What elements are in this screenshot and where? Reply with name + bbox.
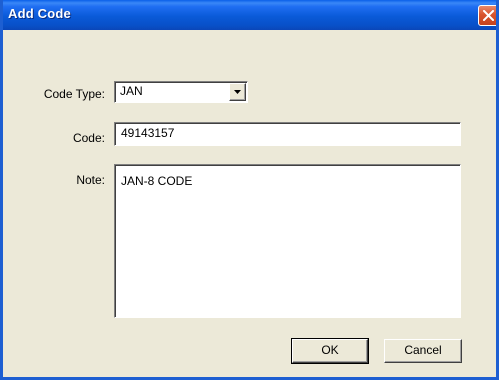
title-bar[interactable]: Add Code xyxy=(3,0,496,30)
close-icon xyxy=(483,10,494,21)
code-type-label: Code Type: xyxy=(43,87,105,101)
code-type-dropdown-button[interactable] xyxy=(229,83,246,101)
code-type-value: JAN xyxy=(120,84,143,98)
close-button[interactable] xyxy=(478,5,496,26)
code-value: 49143157 xyxy=(121,126,175,140)
chevron-down-icon xyxy=(234,90,241,94)
note-value: JAN-8 CODE xyxy=(121,174,193,188)
cancel-button[interactable]: Cancel xyxy=(384,339,462,363)
code-label: Code: xyxy=(72,131,105,145)
add-code-dialog: Add Code Code Type: JAN Code: 49143157 N… xyxy=(0,0,499,380)
window-title: Add Code xyxy=(8,6,71,21)
code-field[interactable]: 49143157 xyxy=(114,122,461,146)
note-label: Note: xyxy=(76,173,105,187)
code-type-select[interactable]: JAN xyxy=(114,81,248,103)
note-field[interactable]: JAN-8 CODE xyxy=(114,164,461,318)
ok-button[interactable]: OK xyxy=(291,338,369,364)
